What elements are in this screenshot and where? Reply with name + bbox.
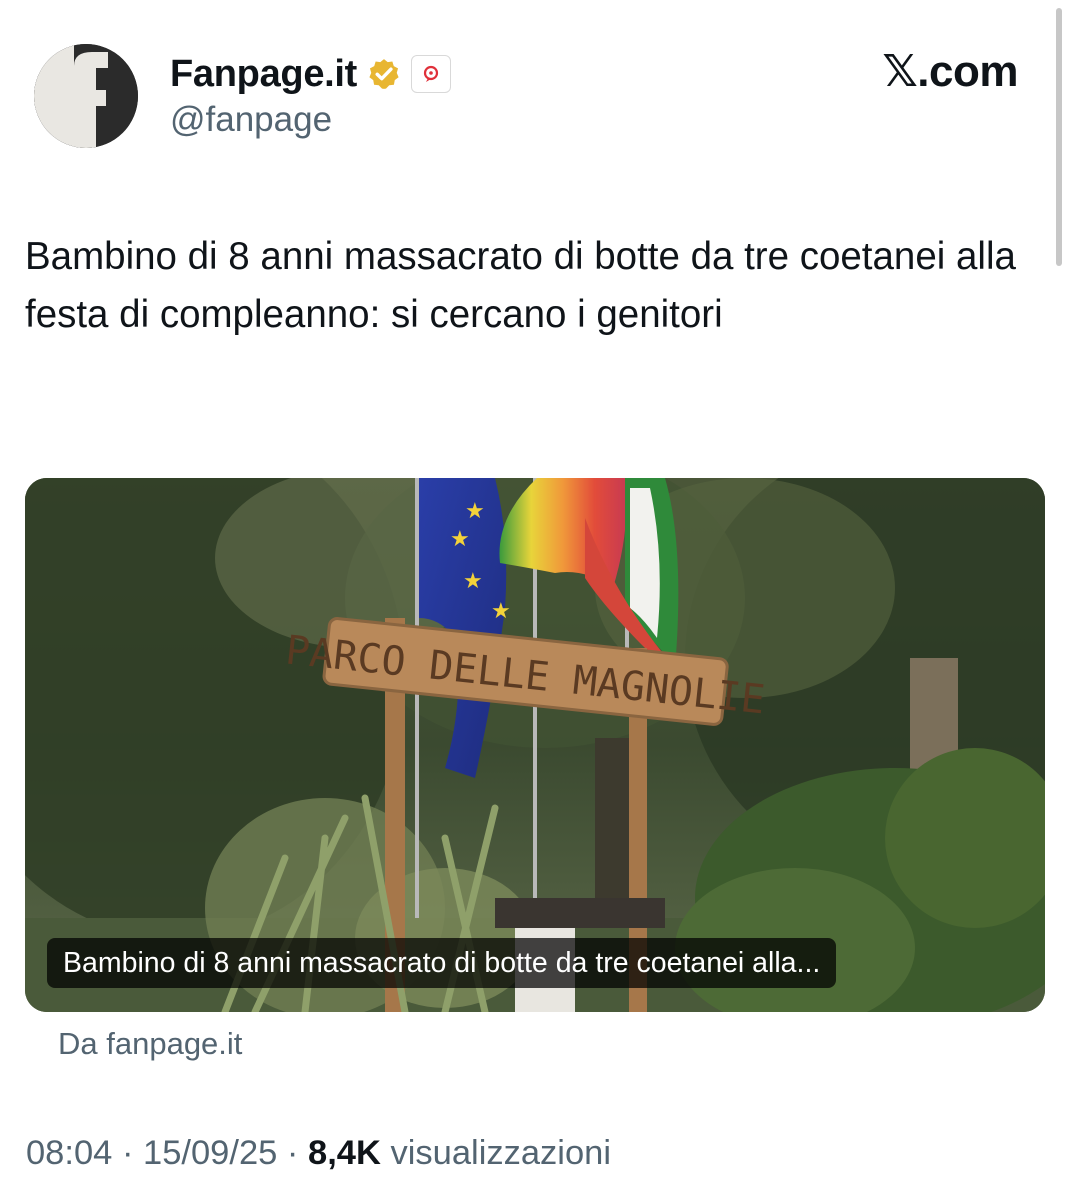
author-handle[interactable]: @fanpage [170,100,332,140]
author-name-row: Fanpage.it [170,50,452,98]
svg-text:★: ★ [463,569,483,594]
meta-separator: · [286,1134,299,1172]
link-card[interactable]: ★ ★ ★ ★ PARCO DELLE MAGNOLIE Bambino di … [25,478,1045,1012]
fanpage-f-logo-icon [34,44,138,148]
card-source-link[interactable]: Da fanpage.it [58,1026,242,1062]
svg-text:★: ★ [491,599,511,624]
scrollbar-thumb[interactable] [1056,8,1062,266]
tweet-time[interactable]: 08:04 [26,1134,112,1172]
card-image: ★ ★ ★ ★ PARCO DELLE MAGNOLIE [25,478,1045,1012]
gold-verified-badge-icon [369,59,399,89]
views-count[interactable]: 8,4K [308,1134,381,1172]
x-logo-icon: 𝕏 [882,46,918,97]
meta-separator: · [121,1134,134,1172]
svg-text:★: ★ [465,499,485,524]
x-brand-logo: 𝕏 .com [882,46,1018,97]
author-display-name[interactable]: Fanpage.it [170,53,357,96]
affiliate-badge[interactable] [411,55,452,93]
tweet-date[interactable]: 15/09/25 [143,1134,277,1172]
tweet-text: Bambino di 8 anni massacrato di botte da… [25,235,1016,336]
author-avatar[interactable] [34,44,138,148]
brand-suffix: .com [917,46,1018,96]
tweet-metadata: 08:04 · 15/09/25 · 8,4K visualizzazioni [26,1134,611,1173]
svg-text:★: ★ [450,527,470,552]
affiliate-badge-icon [423,65,439,82]
card-caption: Bambino di 8 anni massacrato di botte da… [47,938,837,988]
views-label: visualizzazioni [390,1134,611,1172]
